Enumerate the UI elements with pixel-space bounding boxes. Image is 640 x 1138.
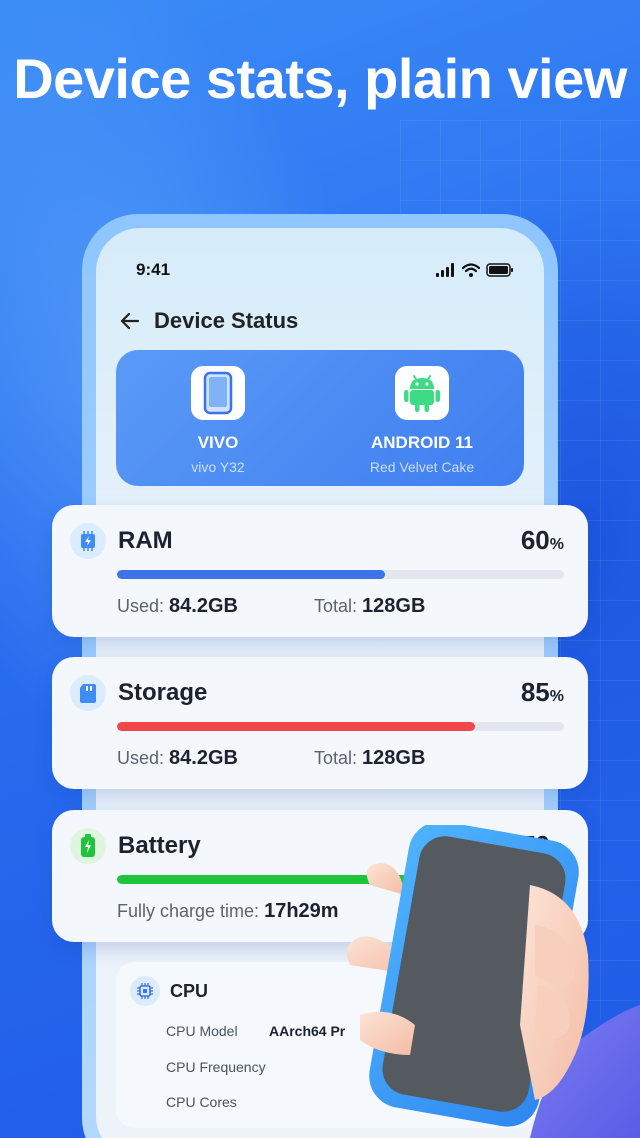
cpu-frequency-label: CPU Frequency xyxy=(166,1059,266,1075)
os-version: ANDROID 11 xyxy=(370,433,474,452)
phone-model-icon xyxy=(191,366,245,420)
storage-card[interactable]: Storage 85% Used: 84.2GB Total: 128GB xyxy=(52,657,588,789)
ram-header: RAM xyxy=(70,523,173,559)
os-info: ANDROID 11 Red Velvet Cake xyxy=(320,350,524,486)
battery-header: Battery xyxy=(70,828,201,864)
os-codename: Red Velvet Cake xyxy=(369,459,475,475)
storage-total: Total: 128GB xyxy=(314,747,426,769)
cpu-title: CPU xyxy=(170,980,209,1001)
phone-model: vivo Y32 xyxy=(191,459,245,475)
ram-card[interactable]: RAM 60% Used: 84.2GB Total: 128GB xyxy=(52,505,588,637)
storage-percent: 85% xyxy=(520,677,564,707)
storage-header: Storage xyxy=(70,675,207,711)
ram-total: Total: 128GB xyxy=(314,595,426,617)
ram-used: Used: 84.2GB xyxy=(117,595,238,617)
wifi-icon xyxy=(462,263,480,277)
ram-progress-track xyxy=(117,570,564,579)
storage-used: Used: 84.2GB xyxy=(117,747,238,769)
battery-status-icon xyxy=(486,263,513,277)
storage-title: Storage xyxy=(118,679,208,706)
phone-brand: VIVO xyxy=(197,433,239,452)
chip-icon xyxy=(70,523,106,559)
storage-progress-fill xyxy=(117,722,475,731)
device-info-card: VIVO vivo Y32 ANDROID 11 Red Velvet Cake xyxy=(116,350,524,486)
page-title: Device Status xyxy=(154,308,299,333)
battery-title: Battery xyxy=(118,832,201,859)
hand-holding-phone-illustration xyxy=(330,821,640,1138)
back-arrow-icon[interactable] xyxy=(118,309,142,333)
cpu-cores-label: CPU Cores xyxy=(166,1094,237,1110)
promo-headline: Device stats, plain view xyxy=(13,47,627,110)
android-icon xyxy=(395,366,449,420)
ram-title: RAM xyxy=(118,527,173,554)
battery-icon xyxy=(70,828,106,864)
status-time: 9:41 xyxy=(136,260,171,279)
cpu-icon xyxy=(130,976,160,1006)
cpu-header: CPU xyxy=(130,976,208,1006)
app-bar: Device Status xyxy=(118,308,298,334)
ram-progress-fill xyxy=(117,570,386,579)
ram-percent: 60% xyxy=(520,525,564,555)
status-bar: 9:41 xyxy=(136,258,514,282)
storage-progress-track xyxy=(117,722,564,731)
sd-card-icon xyxy=(70,675,106,711)
status-icons xyxy=(436,263,514,277)
battery-charge-time: Fully charge time: 17h29m xyxy=(117,900,339,922)
phone-info: VIVO vivo Y32 xyxy=(116,350,320,486)
signal-icon xyxy=(436,263,454,277)
cpu-model-label: CPU Model xyxy=(166,1023,238,1039)
